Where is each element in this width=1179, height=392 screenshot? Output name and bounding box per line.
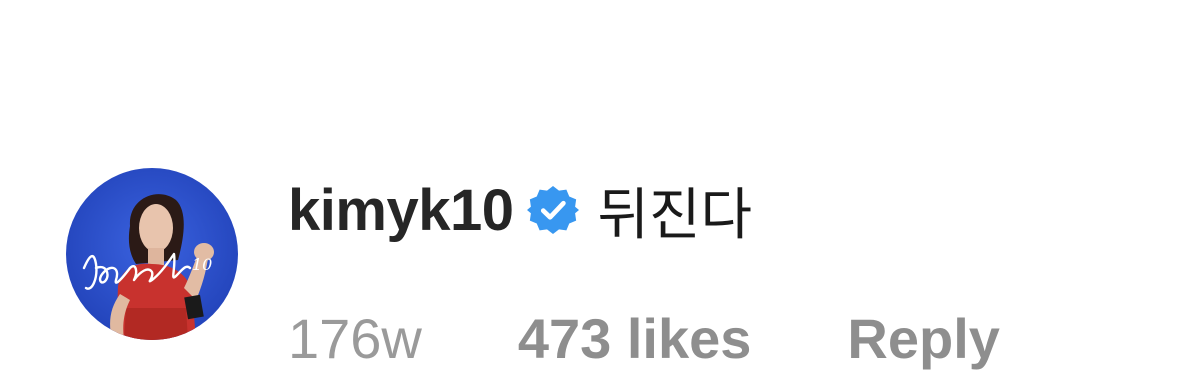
svg-text:10: 10 [192, 255, 212, 274]
comment-row: 10 kimyk10 뒤진다 176w 473 likes Reply [0, 0, 1179, 392]
avatar[interactable]: 10 [66, 168, 238, 340]
likes-count-button[interactable]: 473 likes [518, 306, 752, 371]
verified-badge-icon [527, 184, 580, 236]
comment-text: 뒤진다 [597, 182, 753, 248]
reply-button[interactable]: Reply [847, 306, 1000, 371]
comment-header: kimyk10 뒤진다 [288, 170, 752, 250]
avatar-image: 10 [66, 168, 238, 340]
comment-meta: 176w 473 likes Reply [288, 300, 1000, 376]
comment-timestamp[interactable]: 176w [288, 306, 422, 371]
username-link[interactable]: kimyk10 [288, 177, 514, 244]
